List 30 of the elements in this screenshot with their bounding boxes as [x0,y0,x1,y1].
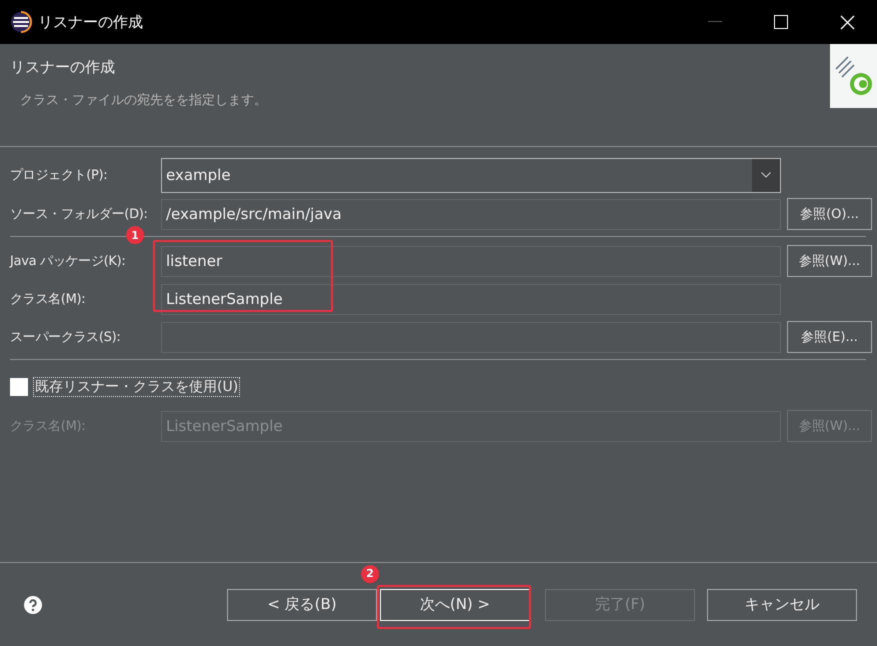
step-number: 2 [361,564,379,582]
field-label: クラス名(M): [10,418,86,435]
close-icon [840,14,854,30]
window-title: リスナーの作成 [38,12,144,32]
minimize-icon [708,21,722,23]
dialog-button[interactable]: キャンセル [707,588,857,620]
dialog-button[interactable]: 次へ(N) > [380,588,530,620]
checkbox[interactable] [10,378,28,396]
page-description: クラス・ファイルの宛先をを指定します。 [19,92,267,109]
input-field[interactable]: /example/src/main/java [161,198,781,230]
page-title: リスナーの作成 [10,58,116,77]
checkbox-label: 既存リスナー・クラスを使用(U) [33,377,240,397]
input-field[interactable]: ListenerSample [161,284,781,314]
step-number: 1 [126,226,144,244]
field-label: Java パッケージ(K): [10,253,126,270]
maximize-icon [774,15,788,29]
field-label: ソース・フォルダー(D): [10,206,149,223]
input-field[interactable]: listener [161,246,781,276]
dialog-button[interactable]: < 戻る(B) [227,588,377,620]
class-icon [834,55,874,97]
project-combo[interactable]: example [161,158,781,192]
help-icon[interactable] [24,596,42,614]
app-logo-icon [10,11,32,33]
browse-button[interactable]: 参照(W)... [787,245,872,277]
browse-button[interactable]: 参照(O)... [787,198,872,230]
field-label: クラス名(M): [10,291,86,308]
field-label: プロジェクト(P): [10,167,108,184]
field-label: スーパークラス(S): [10,329,122,346]
chevron-down-icon [761,172,771,178]
browse-button[interactable]: 参照(E)... [787,321,872,353]
